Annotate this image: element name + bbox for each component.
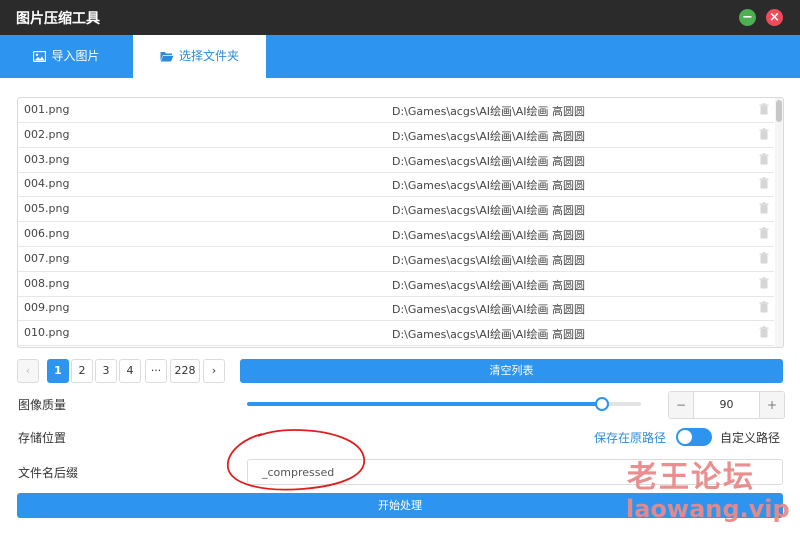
table-row[interactable]: 002.png D:\Games\acgs\AI绘画\AI绘画 高圆圆	[18, 123, 774, 148]
file-list: 001.png D:\Games\acgs\AI绘画\AI绘画 高圆圆 002.pn…	[17, 97, 784, 348]
window-title: 图片压缩工具	[16, 11, 100, 27]
storage-path-toggle[interactable]	[676, 428, 712, 446]
toggle-knob	[678, 430, 692, 444]
file-path: D:\Games\acgs\AI绘画\AI绘画 高圆圆	[392, 204, 586, 218]
pager-page-2[interactable]: 2	[71, 359, 93, 383]
trash-icon[interactable]	[759, 202, 769, 214]
file-name: 005.png	[24, 202, 70, 216]
table-row[interactable]: 003.png D:\Games\acgs\AI绘画\AI绘画 高圆圆	[18, 148, 774, 173]
close-button[interactable]: ×	[766, 9, 783, 26]
storage-label: 存储位置	[18, 431, 67, 445]
quality-value[interactable]: 90	[694, 392, 759, 418]
quality-slider-fill	[247, 402, 602, 406]
trash-icon[interactable]	[759, 326, 769, 338]
watermark-cn: 老王论坛	[627, 460, 755, 495]
minimize-button[interactable]: −	[739, 9, 756, 26]
file-name: 009.png	[24, 301, 70, 315]
quality-increment-button[interactable]: +	[759, 392, 784, 418]
table-row[interactable]: 004.png D:\Games\acgs\AI绘画\AI绘画 高圆圆	[18, 172, 774, 198]
pager-ellipsis[interactable]: ···	[145, 359, 167, 383]
trash-icon[interactable]	[759, 301, 769, 313]
table-row[interactable]: 001.png D:\Games\acgs\AI绘画\AI绘画 高圆圆	[18, 98, 774, 123]
file-name: 004.png	[24, 177, 70, 191]
tab-select-folder[interactable]: 选择文件夹	[133, 35, 266, 78]
file-name: 002.png	[24, 127, 70, 141]
tab-import-images[interactable]: 导入图片	[0, 35, 133, 78]
table-row[interactable]: 008.png D:\Games\acgs\AI绘画\AI绘画 高圆圆	[18, 272, 774, 297]
quality-label: 图像质量	[18, 398, 67, 412]
quality-slider[interactable]	[247, 397, 641, 411]
tab-folder-label: 选择文件夹	[178, 49, 239, 63]
trash-icon[interactable]	[759, 152, 769, 165]
trash-icon[interactable]	[759, 128, 769, 140]
file-name: 003.png	[24, 152, 70, 166]
pager-page-1[interactable]: 1	[47, 359, 69, 383]
table-row[interactable]: 009.png D:\Games\acgs\AI绘画\AI绘画 高圆圆	[18, 296, 774, 322]
trash-icon[interactable]	[759, 227, 769, 239]
pager-page-3[interactable]: 3	[95, 359, 117, 383]
trash-icon[interactable]	[759, 276, 769, 289]
list-scrollbar[interactable]	[775, 98, 783, 347]
app-window: 图片压缩工具 − × 导入图片 选择文件夹 001.png D:\Games\ac…	[0, 0, 800, 534]
scroll-thumb[interactable]	[776, 100, 782, 122]
image-icon	[33, 50, 47, 63]
watermark-en: laowang.vip	[626, 495, 790, 523]
table-row[interactable]: 006.png D:\Games\acgs\AI绘画\AI绘画 高圆圆	[18, 222, 774, 247]
file-path: D:\Games\acgs\AI绘画\AI绘画 高圆圆	[392, 105, 586, 118]
trash-icon[interactable]	[759, 252, 769, 264]
file-path: D:\Games\acgs\AI绘画\AI绘画 高圆圆	[392, 253, 586, 267]
table-row[interactable]: 010.png D:\Games\acgs\AI绘画\AI绘画 高圆圆	[18, 321, 774, 347]
pager-prev-button[interactable]: ‹	[17, 359, 39, 383]
table-row[interactable]: 005.png D:\Games\acgs\AI绘画\AI绘画 高圆圆	[18, 197, 774, 223]
quality-stepper: − 90 +	[668, 391, 785, 419]
quality-slider-handle[interactable]	[594, 397, 609, 411]
pager-page-last[interactable]: 228	[170, 359, 200, 383]
tab-import-label: 导入图片	[51, 49, 100, 63]
title-bar: 图片压缩工具 − ×	[0, 0, 800, 35]
trash-icon[interactable]	[759, 103, 769, 115]
save-custom-path-option[interactable]: 自定义路径	[720, 429, 780, 446]
table-row[interactable]: 007.png D:\Games\acgs\AI绘画\AI绘画 高圆圆	[18, 247, 774, 272]
file-name: 010.png	[24, 326, 70, 340]
file-path: D:\Games\acgs\AI绘画\AI绘画 高圆圆	[392, 303, 586, 317]
file-name: 007.png	[24, 251, 70, 265]
folder-open-icon	[160, 52, 174, 62]
file-name: 008.png	[24, 276, 70, 290]
file-path: D:\Games\acgs\AI绘画\AI绘画 高圆圆	[392, 229, 586, 242]
trash-icon[interactable]	[759, 177, 769, 189]
file-name: 006.png	[24, 227, 70, 240]
file-path: D:\Games\acgs\AI绘画\AI绘画 高圆圆	[392, 129, 586, 143]
quality-decrement-button[interactable]: −	[669, 392, 694, 418]
clear-list-button[interactable]: 清空列表	[240, 359, 783, 383]
file-path: D:\Games\acgs\AI绘画\AI绘画 高圆圆	[392, 154, 586, 168]
file-name: 001.png	[24, 103, 70, 116]
pager-next-button[interactable]: ›	[203, 359, 225, 383]
suffix-label: 文件名后缀	[18, 466, 79, 480]
save-original-path-option[interactable]: 保存在原路径	[594, 429, 666, 446]
file-path: D:\Games\acgs\AI绘画\AI绘画 高圆圆	[392, 328, 586, 342]
pager-page-4[interactable]: 4	[119, 359, 141, 383]
file-path: D:\Games\acgs\AI绘画\AI绘画 高圆圆	[392, 179, 586, 193]
tab-bar: 导入图片 选择文件夹	[0, 35, 800, 78]
file-path: D:\Games\acgs\AI绘画\AI绘画 高圆圆	[392, 278, 586, 292]
